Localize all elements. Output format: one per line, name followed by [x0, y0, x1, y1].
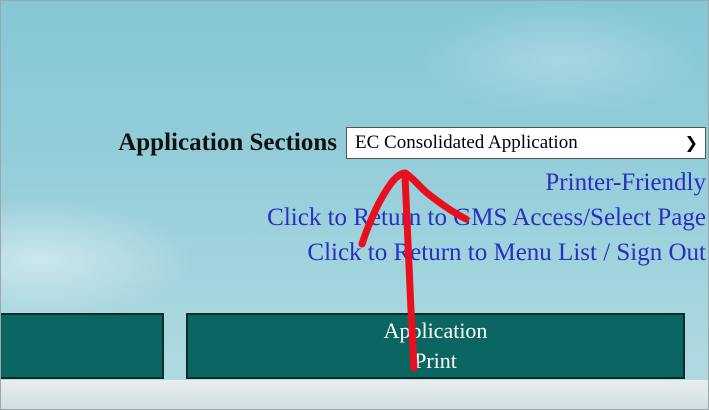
return-menu-signout-link[interactable]: Click to Return to Menu List / Sign Out — [267, 235, 706, 270]
application-sections-selected-value: EC Consolidated Application — [355, 132, 578, 153]
chevron-down-icon: ❯ — [684, 133, 698, 152]
return-gms-access-link[interactable]: Click to Return to GMS Access/Select Pag… — [267, 200, 706, 235]
navigation-links: Printer-Friendly Click to Return to GMS … — [267, 165, 706, 270]
application-sections-select[interactable]: EC Consolidated Application ❯ — [346, 127, 706, 159]
application-print-button-line2: Print — [414, 348, 457, 373]
printer-friendly-link[interactable]: Printer-Friendly — [267, 165, 706, 200]
background-ground — [0, 380, 709, 410]
application-print-button[interactable]: Application Print — [186, 313, 685, 379]
application-sections-row: Application Sections EC Consolidated App… — [118, 127, 706, 159]
application-print-button-line1: Application — [383, 318, 488, 343]
application-sections-label: Application Sections — [118, 129, 337, 156]
left-nav-button[interactable] — [0, 313, 164, 379]
